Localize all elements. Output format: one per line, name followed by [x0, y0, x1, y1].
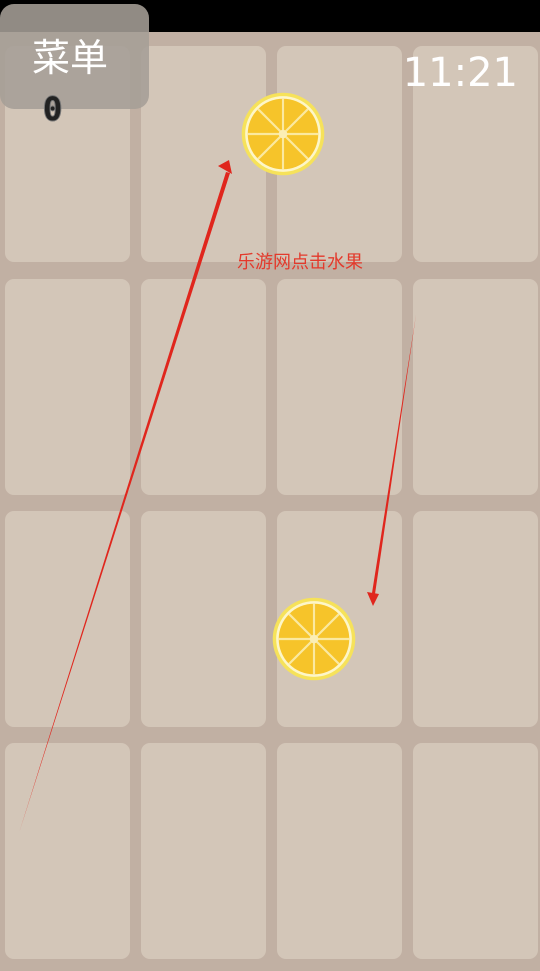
lemon-slice-bottom[interactable] [271, 596, 357, 682]
menu-label: 菜单 [32, 36, 109, 80]
grid-tile[interactable] [5, 279, 130, 495]
watermark-text: 乐游网点击水果 [237, 252, 363, 273]
grid-tile[interactable] [277, 279, 402, 495]
grid-tile[interactable] [277, 743, 402, 959]
grid-tile[interactable] [413, 743, 538, 959]
lemon-slice-icon [241, 92, 325, 176]
game-timer: 11:21 [402, 50, 518, 96]
grid-tile[interactable] [141, 743, 266, 959]
grid-tile[interactable] [413, 511, 538, 727]
grid-tile[interactable] [5, 511, 130, 727]
grid-tile[interactable] [5, 743, 130, 959]
lemon-slice-icon [272, 597, 356, 681]
score-counter: 0 [43, 90, 63, 128]
menu-button[interactable]: 菜单 0 [0, 4, 149, 126]
grid-tile[interactable] [413, 279, 538, 495]
grid-tile[interactable] [141, 279, 266, 495]
grid-tile[interactable] [141, 511, 266, 727]
lemon-slice-top[interactable] [240, 91, 326, 177]
